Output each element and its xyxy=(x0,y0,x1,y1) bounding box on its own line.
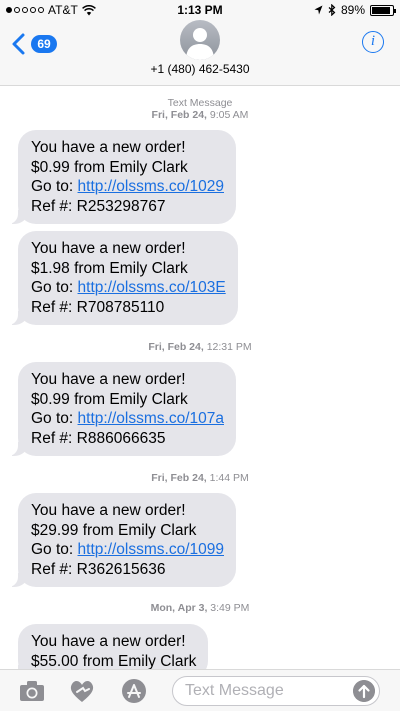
message-line: $0.99 from Emily Clark xyxy=(31,390,188,408)
bluetooth-icon xyxy=(328,4,336,16)
message-bubble[interactable]: You have a new order! $1.98 from Emily C… xyxy=(8,231,238,325)
message-line: You have a new order! xyxy=(31,502,186,519)
message-line: Ref #: R708785110 xyxy=(31,298,165,316)
message-line: You have a new order! xyxy=(31,371,186,388)
contact-number[interactable]: +1 (480) 462-5430 xyxy=(0,62,400,76)
compose-bar xyxy=(0,669,400,711)
conversation-header: 69 +1 (480) 462-5430 i xyxy=(0,20,400,86)
back-button[interactable]: 69 xyxy=(10,32,57,56)
message-field[interactable] xyxy=(172,676,380,706)
message-thread[interactable]: Text Message Fri, Feb 24, 9:05 AM You ha… xyxy=(0,87,400,669)
message-input[interactable] xyxy=(173,677,343,705)
message-line: $0.99 from Emily Clark xyxy=(31,158,188,176)
thread-label: Text Message xyxy=(167,97,233,109)
message-line: You have a new order! xyxy=(31,139,186,156)
order-link[interactable]: http://olssms.co/1099 xyxy=(78,541,224,558)
timestamp: Fri, Feb 24, 12:31 PM xyxy=(148,341,252,353)
battery-fill xyxy=(372,6,390,14)
message-bubble[interactable]: You have a new order! $0.99 from Emily C… xyxy=(8,130,236,224)
message-line: Go to: xyxy=(31,541,78,558)
timestamp: Mon, Apr 3, 3:49 PM xyxy=(150,602,250,614)
message-line: You have a new order! xyxy=(31,633,186,650)
order-link[interactable]: http://olssms.co/107a xyxy=(78,410,224,427)
camera-icon[interactable] xyxy=(18,678,46,704)
status-right: 89% xyxy=(314,3,396,17)
message-line: Go to: xyxy=(31,410,78,427)
person-silhouette-icon xyxy=(186,28,214,60)
message-bubble[interactable]: You have a new order! $55.00 from Emily … xyxy=(7,624,209,670)
timestamp: Fri, Feb 24, 1:44 PM xyxy=(151,472,249,484)
order-link[interactable]: http://olssms.co/103E xyxy=(78,279,226,296)
message-line: $29.99 from Emily Clark xyxy=(31,521,197,539)
location-arrow-icon xyxy=(314,5,323,15)
message-bubble[interactable]: You have a new order! $29.99 from Emily … xyxy=(8,493,236,587)
message-line: Ref #: R886066635 xyxy=(31,429,166,447)
send-arrow-icon[interactable] xyxy=(353,680,375,702)
battery-icon xyxy=(370,4,396,16)
message-line: You have a new order! xyxy=(31,240,186,257)
message-line: Go to: xyxy=(31,279,78,296)
contact-avatar[interactable] xyxy=(180,20,220,60)
message-line: $55.00 from Emily Clark xyxy=(31,652,197,670)
app-store-icon[interactable] xyxy=(120,678,148,704)
message-line: Ref #: R253298767 xyxy=(31,197,166,215)
battery-percent: 89% xyxy=(340,3,365,17)
info-button[interactable]: i xyxy=(362,31,384,53)
order-link[interactable]: http://olssms.co/1029 xyxy=(78,178,224,195)
message-line: $1.98 from Emily Clark xyxy=(31,259,188,277)
chevron-left-icon xyxy=(12,33,25,55)
message-line: Go to: xyxy=(31,178,78,195)
status-bar: AT&T 1:13 PM 89% xyxy=(0,0,400,20)
message-bubble[interactable]: You have a new order! $0.99 from Emily C… xyxy=(8,362,236,456)
message-line: Ref #: R362615636 xyxy=(31,560,166,578)
unread-count-badge: 69 xyxy=(31,35,57,53)
digital-touch-heart-icon[interactable] xyxy=(68,678,96,704)
timestamp: Fri, Feb 24, 9:05 AM xyxy=(151,109,249,121)
